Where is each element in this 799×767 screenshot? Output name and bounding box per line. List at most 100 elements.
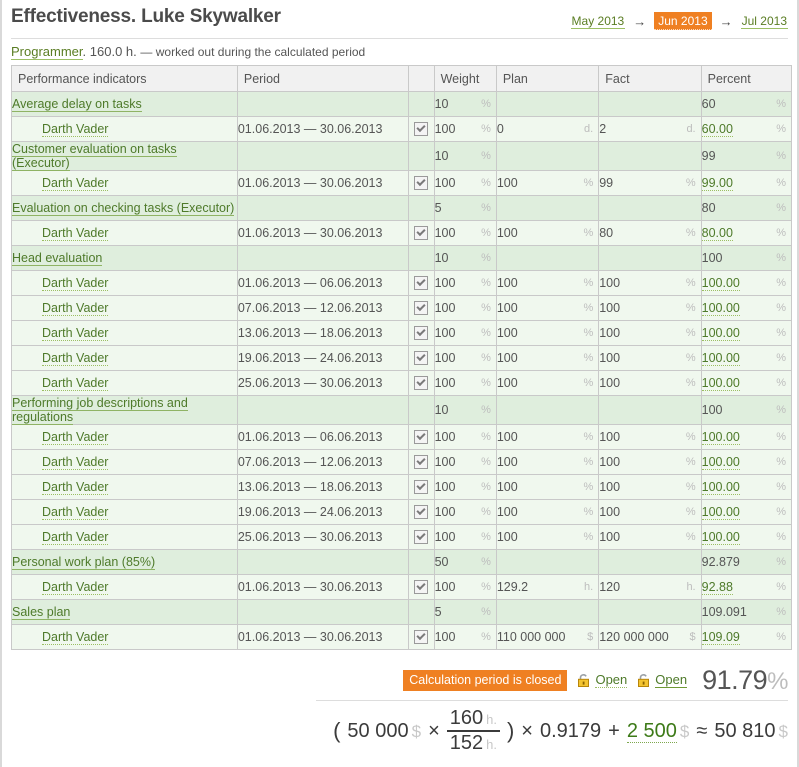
row-checkbox[interactable]: [414, 630, 429, 645]
cell-fact-unit: %: [685, 177, 696, 189]
cell-checkbox[interactable]: [407, 474, 435, 500]
cell-percent-value[interactable]: 100.00: [701, 276, 740, 291]
row-checkbox[interactable]: [414, 176, 429, 191]
formula-fraction-numerator: 160 h.: [447, 708, 500, 730]
employee-link[interactable]: Darth Vader: [42, 326, 109, 341]
cell-percent-unit: %: [776, 481, 786, 493]
cell-percent-value[interactable]: 100.00: [701, 455, 740, 470]
cell-checkbox[interactable]: [407, 624, 435, 650]
cell-percent-value[interactable]: 100.00: [701, 301, 740, 316]
employee-link[interactable]: Darth Vader: [42, 505, 109, 520]
period-link-next[interactable]: Jul 2013: [740, 13, 788, 29]
cell-percent-value[interactable]: 100.00: [701, 505, 740, 520]
cell-fact: 100%: [598, 499, 702, 525]
cell-percent-value[interactable]: 100.00: [701, 530, 740, 545]
row-checkbox[interactable]: [414, 351, 429, 366]
cell-checkbox[interactable]: [407, 295, 435, 321]
open-link-label[interactable]: Open: [595, 672, 628, 688]
cell-weight: 100%: [433, 345, 497, 371]
employee-link[interactable]: Darth Vader: [42, 276, 109, 291]
employee-link[interactable]: Darth Vader: [42, 176, 109, 191]
cell-percent-value[interactable]: 100.00: [701, 351, 740, 366]
indicator-link[interactable]: Performing job descriptions and regulati…: [12, 396, 188, 425]
cell-percent-value[interactable]: 60.00: [701, 122, 733, 137]
indicator-link[interactable]: Average delay on tasks: [12, 97, 142, 112]
period-link-prev[interactable]: May 2013: [570, 13, 626, 29]
formula-bonus[interactable]: 2 500 $: [626, 719, 689, 743]
cell-percent-value[interactable]: 100.00: [701, 480, 740, 495]
cell-percent-value[interactable]: 100.00: [701, 430, 740, 445]
row-checkbox[interactable]: [414, 326, 429, 341]
cell-percent-unit: %: [776, 531, 786, 543]
column-header-fact: Fact: [598, 65, 702, 92]
row-checkbox[interactable]: [414, 276, 429, 291]
indicator-link[interactable]: Sales plan: [12, 605, 71, 620]
indicator-link[interactable]: Personal work plan (85%): [12, 555, 156, 570]
cell-weight-unit: %: [481, 98, 491, 110]
cell-weight-value: 50: [434, 555, 449, 569]
employee-link[interactable]: Darth Vader: [42, 430, 109, 445]
row-checkbox[interactable]: [414, 122, 429, 137]
indicator-link[interactable]: Head evaluation: [12, 251, 103, 266]
cell-checkbox[interactable]: [407, 499, 435, 525]
formula-bonus-value[interactable]: 2 500: [626, 719, 677, 743]
row-checkbox[interactable]: [414, 505, 429, 520]
cell-checkbox[interactable]: [407, 574, 435, 600]
row-checkbox[interactable]: [414, 455, 429, 470]
row-checkbox[interactable]: [414, 580, 429, 595]
open-action-1[interactable]: Open: [576, 672, 628, 688]
cell-percent-value[interactable]: 80.00: [701, 226, 733, 241]
employee-link[interactable]: Darth Vader: [42, 580, 109, 595]
employee-link[interactable]: Darth Vader: [42, 122, 109, 137]
cell-checkbox[interactable]: [407, 170, 435, 196]
cell-percent-value[interactable]: 92.88: [701, 580, 733, 595]
cell-percent: 100.00%: [700, 499, 793, 525]
cell-checkbox[interactable]: [407, 370, 435, 396]
cell-checkbox[interactable]: [407, 116, 435, 142]
cell-checkbox[interactable]: [407, 270, 435, 296]
row-checkbox[interactable]: [414, 301, 429, 316]
cell-percent: 100%: [700, 395, 793, 425]
employee-link[interactable]: Darth Vader: [42, 301, 109, 316]
cell-percent-value[interactable]: 100.00: [701, 376, 740, 391]
role-summary: Programmer. 160.0 h. — worked out during…: [11, 39, 788, 65]
cell-checkbox[interactable]: [407, 220, 435, 246]
employee-link[interactable]: Darth Vader: [42, 351, 109, 366]
cell-weight-value: 100: [434, 176, 456, 190]
open-action-2[interactable]: Open: [636, 672, 688, 688]
role-link[interactable]: Programmer: [11, 44, 83, 60]
cell-checkbox[interactable]: [407, 524, 435, 550]
cell-plan: 100%: [495, 370, 600, 396]
cell-checkbox[interactable]: [407, 424, 435, 450]
cell-percent-value[interactable]: 109.09: [701, 630, 740, 645]
indicator-link[interactable]: Customer evaluation on tasks (Executor): [12, 142, 177, 171]
cell-checkbox[interactable]: [407, 320, 435, 346]
employee-link[interactable]: Darth Vader: [42, 376, 109, 391]
period-link-current[interactable]: Jun 2013: [654, 12, 712, 30]
cell-plan-unit: %: [583, 327, 594, 339]
cell-weight: 100%: [433, 424, 497, 450]
row-checkbox[interactable]: [414, 530, 429, 545]
indicator-link[interactable]: Evaluation on checking tasks (Executor): [12, 201, 235, 216]
row-checkbox[interactable]: [414, 480, 429, 495]
cell-plan-value: 100: [496, 505, 518, 519]
cell-checkbox[interactable]: [407, 345, 435, 371]
open-link-label[interactable]: Open: [655, 672, 688, 688]
cell-weight-value: 100: [434, 376, 456, 390]
employee-link[interactable]: Darth Vader: [42, 226, 109, 241]
table-body: Average delay on tasks 10% 60% Darth Vader 0…: [11, 91, 793, 650]
row-checkbox[interactable]: [414, 430, 429, 445]
employee-link[interactable]: Darth Vader: [42, 530, 109, 545]
cell-percent-value[interactable]: 99.00: [701, 176, 733, 191]
cell-checkbox: [407, 395, 435, 425]
cell-plan: 100%: [495, 524, 600, 550]
employee-link[interactable]: Darth Vader: [42, 455, 109, 470]
cell-checkbox[interactable]: [407, 449, 435, 475]
cell-percent-value[interactable]: 100.00: [701, 326, 740, 341]
employee-link[interactable]: Darth Vader: [42, 480, 109, 495]
row-checkbox[interactable]: [414, 376, 429, 391]
employee-link[interactable]: Darth Vader: [42, 630, 109, 645]
row-checkbox[interactable]: [414, 226, 429, 241]
table-group-row: Evaluation on checking tasks (Executor) 5…: [11, 195, 793, 221]
cell-period: 07.06.2013 — 12.06.2013: [236, 295, 409, 321]
